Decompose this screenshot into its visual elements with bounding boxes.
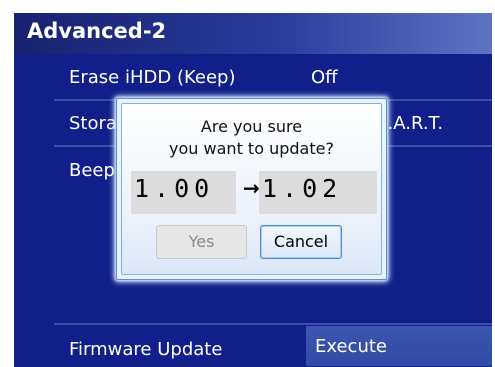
menu-item-value: Off	[311, 67, 338, 88]
yes-button[interactable]: Yes	[156, 225, 247, 259]
execute-label: Execute	[315, 336, 387, 357]
divider	[54, 323, 492, 325]
arrow-right-icon: →	[243, 176, 260, 200]
menu-item-label: Erase iHDD (Keep)	[69, 67, 236, 88]
title-bar: Advanced-2	[14, 13, 492, 54]
execute-button[interactable]: Execute	[306, 326, 492, 366]
current-version: 1.00	[134, 174, 215, 203]
menu-item-label: Firmware Update	[69, 339, 223, 360]
cancel-button[interactable]: Cancel	[260, 225, 342, 259]
current-version-box: 1.00	[131, 171, 236, 214]
menu-item-erase-ihdd[interactable]: Erase iHDD (Keep) Off	[14, 63, 492, 97]
menu-item-label: Beep	[69, 160, 115, 181]
update-confirm-dialog: Are you sure you want to update? 1.00 → …	[116, 98, 387, 280]
page-title: Advanced-2	[27, 19, 167, 43]
dialog-message-line-2: you want to update?	[169, 139, 334, 158]
dialog-panel: Are you sure you want to update? 1.00 → …	[121, 103, 382, 275]
new-version-box: 1.02	[259, 171, 377, 214]
new-version: 1.02	[262, 174, 343, 203]
menu-item-label: Stora	[69, 113, 117, 134]
dialog-message-line-1: Are you sure	[200, 117, 303, 136]
